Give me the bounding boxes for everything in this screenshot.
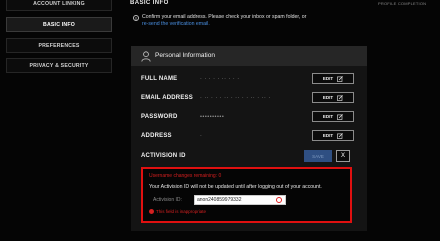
email-address-label: EMAIL ADDRESS [141,95,193,101]
password-label: PASSWORD [141,114,178,120]
password-value: •••••••••• [200,114,225,120]
panel-header: Personal Information [131,46,367,66]
panel-title: Personal Information [155,52,215,59]
username-change-warning: Username changes remaining: 0 Your Activ… [141,167,352,223]
edit-full-name-button[interactable]: EDIT [312,73,354,84]
save-button[interactable]: SAVE [304,150,332,162]
warning-message: Your Activision ID will not be updated u… [149,184,322,190]
edit-icon [337,132,343,139]
sidebar-item-label: PREFERENCES [38,42,80,49]
edit-email-button[interactable]: EDIT [312,92,354,103]
sidebar-item-label: PRIVACY & SECURITY [29,62,89,69]
resend-verification-link[interactable]: re-send the verification email. [142,21,210,27]
full-name-label: FULL NAME [141,76,178,82]
edit-label: EDIT [322,76,334,81]
edit-password-button[interactable]: EDIT [312,111,354,122]
personal-information-panel: Personal Information FULL NAME · · · · ·… [131,46,367,231]
address-value: · [200,133,203,139]
email-address-value: · ·· · · · ·· · ·· · · ·· · ·· · [200,95,271,101]
page-title: BASIC INFO [130,0,169,6]
edit-label: EDIT [322,133,334,138]
sidebar-item-label: BASIC INFO [43,21,75,28]
address-label: ADDRESS [141,133,172,139]
edit-icon [337,75,343,82]
sidebar-item-privacy-security[interactable]: PRIVACY & SECURITY [6,58,112,73]
full-name-value: · · · · · ·· · · · [200,76,240,82]
profile-completion-label: PROFILE COMPLETION [378,1,427,6]
sidebar-item-label: ACCOUNT LINKING [33,0,85,7]
info-icon: ! [133,15,139,21]
edit-icon [337,113,343,120]
error-message: This field is inappropriate [156,209,207,214]
sidebar-item-account-linking[interactable]: ACCOUNT LINKING [6,0,112,11]
edit-label: EDIT [322,95,334,100]
error-icon [149,209,154,214]
sidebar-item-preferences[interactable]: PREFERENCES [6,38,112,53]
person-icon [141,51,151,62]
activision-id-label: ACTIVISION ID [141,153,186,159]
edit-address-button[interactable]: EDIT [312,130,354,141]
activision-id-input[interactable] [194,195,286,205]
edit-label: EDIT [322,114,334,119]
clear-input-icon[interactable] [276,197,282,203]
activision-id-field-label: Activision ID: [153,197,182,203]
close-icon[interactable]: X [336,150,350,162]
changes-remaining-text: Username changes remaining: 0 [149,173,222,179]
email-confirm-notice: Confirm your email address. Please check… [142,14,307,20]
sidebar-item-basic-info[interactable]: BASIC INFO [6,17,112,32]
edit-icon [337,94,343,101]
